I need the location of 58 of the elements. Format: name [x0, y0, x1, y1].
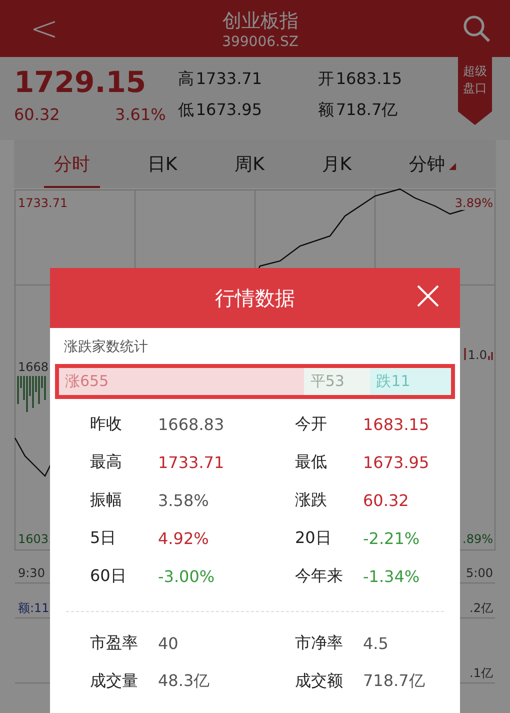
- close-icon[interactable]: [416, 284, 440, 308]
- volume-label: 额:11: [17, 600, 50, 617]
- breadth-segment: 涨655: [59, 368, 304, 395]
- axis-label: 3.89%: [454, 196, 494, 210]
- back-button[interactable]: <: [30, 8, 58, 48]
- time-label: 5:00: [465, 566, 494, 580]
- chart-tab[interactable]: 月K: [312, 148, 362, 188]
- volume-label: .1亿: [468, 665, 494, 682]
- volume-label: .2亿: [468, 600, 494, 617]
- stat-label: 20日: [295, 528, 332, 548]
- quote-stat: 低 1673.95: [178, 100, 264, 121]
- stat-label: 60日: [90, 566, 128, 586]
- price: 1729.15: [14, 65, 148, 99]
- stat-label: 今年来: [295, 566, 344, 586]
- chart-tab[interactable]: 日K: [137, 148, 188, 188]
- time-label: 9:30: [17, 566, 46, 580]
- index-code: 399006.SZ: [222, 34, 298, 50]
- stat-value: 1668.83: [158, 414, 226, 434]
- stat-label: 涨跌: [295, 490, 328, 510]
- stat-label: 今开: [295, 414, 328, 434]
- axis-label: 1668: [17, 360, 50, 374]
- dialog-title: 行情数据: [215, 284, 295, 312]
- stat-label: 5日: [90, 528, 118, 548]
- stat-label: 昨收: [90, 414, 123, 434]
- price-change: 60.32: [14, 105, 60, 124]
- stat-value: 1683.15: [363, 414, 430, 434]
- stat-value: 40: [158, 634, 180, 652]
- stat-label: 振幅: [90, 490, 123, 510]
- super-panel-button[interactable]: 超级 盘口: [458, 57, 492, 125]
- stat-label: 市盈率: [90, 632, 139, 654]
- stat-value: 60.32: [363, 490, 410, 510]
- stat-label: 成交量: [90, 670, 139, 692]
- stat-value: 1733.71: [158, 452, 226, 472]
- stat-label: 最高: [90, 452, 123, 472]
- index-title: 创业板指: [222, 8, 298, 34]
- stat-label: 市净率: [295, 632, 344, 654]
- breadth-segment: 平53: [304, 368, 370, 395]
- stat-value: -3.00%: [158, 566, 216, 586]
- stat-value: 1673.95: [363, 452, 430, 472]
- stat-label: 最低: [295, 452, 328, 472]
- percent-change: 3.61%: [115, 105, 166, 124]
- axis-label: .89%: [462, 532, 494, 546]
- quote-stat: 高 1733.71: [178, 69, 264, 90]
- stat-value: 4.92%: [158, 528, 210, 548]
- stat-value: 48.3亿: [158, 670, 211, 692]
- chart-tab[interactable]: 分钟: [399, 148, 466, 188]
- quote-stat: 开 1683.15: [318, 69, 404, 90]
- breadth-segment: 跌11: [370, 368, 451, 395]
- stat-value: 718.7亿: [363, 670, 426, 692]
- axis-label: 1.0: [466, 348, 488, 362]
- chart-tab[interactable]: 周K: [224, 148, 274, 188]
- stat-label: 成交额: [295, 670, 344, 692]
- stat-value: 4.5: [363, 634, 390, 652]
- stat-value: 3.58%: [158, 490, 210, 510]
- search-icon[interactable]: [462, 14, 492, 44]
- quote-stat: 额 718.7亿: [318, 100, 399, 121]
- section-title: 涨跌家数统计: [63, 338, 149, 357]
- axis-label: 1733.71: [17, 196, 69, 210]
